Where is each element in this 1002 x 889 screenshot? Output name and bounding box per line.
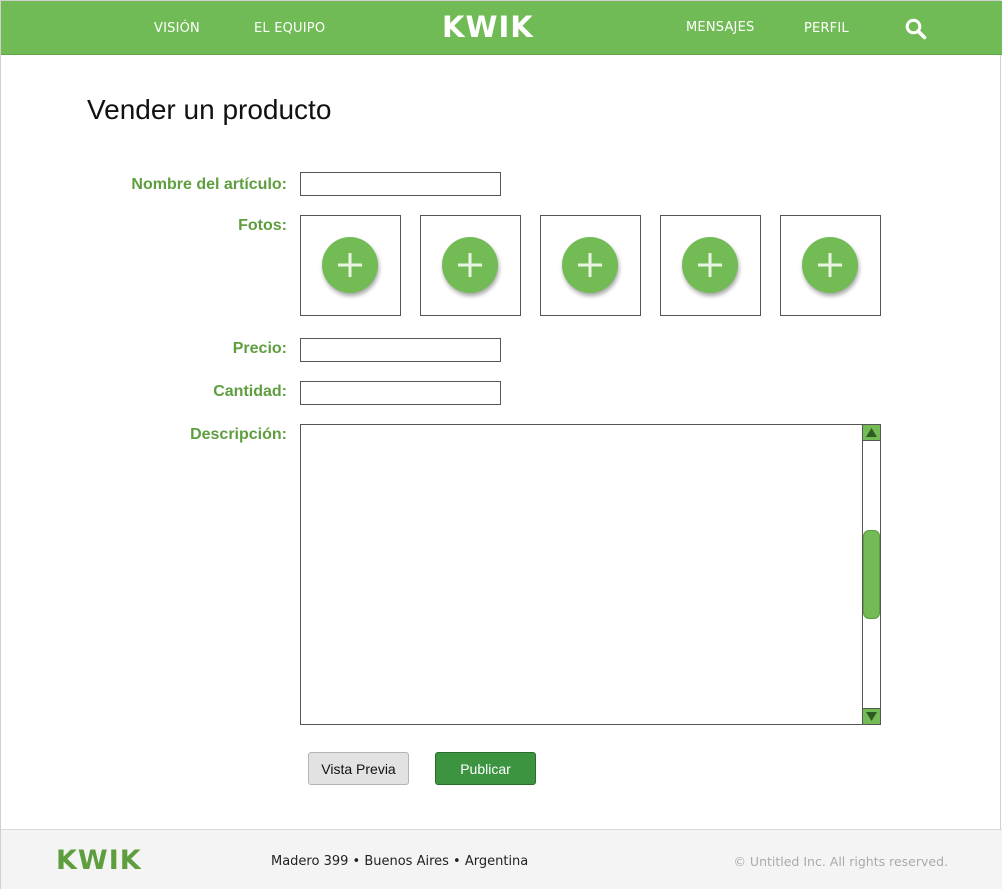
page-title: Vender un producto (87, 94, 332, 125)
description-scrollbar[interactable] (862, 425, 880, 724)
publish-button[interactable]: Publicar (435, 752, 536, 785)
nav-link-messages[interactable]: MENSAJES (686, 20, 754, 35)
plus-circle-icon[interactable] (562, 237, 618, 293)
item-name-label: Nombre del artículo: (131, 176, 287, 193)
scroll-up-arrow-icon[interactable] (863, 425, 880, 441)
page-frame: VISIÓN EL EQUIPO KWIK MENSAJES PERFIL Ve… (0, 0, 1002, 889)
quantity-input[interactable] (300, 381, 501, 405)
item-name-input[interactable] (300, 172, 501, 196)
price-input[interactable] (300, 338, 501, 362)
photo-slot-1[interactable] (300, 215, 401, 316)
plus-circle-icon[interactable] (442, 237, 498, 293)
description-box (300, 424, 881, 725)
nav-logo[interactable]: KWIK (442, 10, 534, 44)
photo-slot-4[interactable] (660, 215, 761, 316)
plus-circle-icon[interactable] (322, 237, 378, 293)
top-navbar: VISIÓN EL EQUIPO KWIK MENSAJES PERFIL (1, 1, 1002, 55)
photo-slot-3[interactable] (540, 215, 641, 316)
photo-slot-5[interactable] (780, 215, 881, 316)
photos-label: Fotos: (238, 217, 287, 234)
nav-link-vision[interactable]: VISIÓN (154, 21, 200, 36)
price-label: Precio: (232, 340, 287, 357)
nav-link-team[interactable]: EL EQUIPO (254, 21, 325, 36)
footer: KWIK Madero 399 • Buenos Aires • Argenti… (1, 829, 1002, 889)
quantity-label: Cantidad: (213, 383, 287, 400)
preview-button[interactable]: Vista Previa (308, 752, 409, 785)
description-textarea[interactable] (301, 425, 863, 724)
description-label: Descripción: (190, 426, 287, 443)
plus-circle-icon[interactable] (682, 237, 738, 293)
scroll-thumb[interactable] (863, 530, 880, 619)
nav-link-profile[interactable]: PERFIL (804, 21, 849, 36)
footer-address: Madero 399 • Buenos Aires • Argentina (271, 854, 529, 869)
photo-slot-2[interactable] (420, 215, 521, 316)
footer-logo[interactable]: KWIK (56, 845, 142, 876)
scroll-down-arrow-icon[interactable] (863, 708, 880, 724)
plus-circle-icon[interactable] (802, 237, 858, 293)
footer-copyright: © Untitled Inc. All rights reserved. (733, 854, 948, 869)
search-icon[interactable] (905, 18, 927, 40)
